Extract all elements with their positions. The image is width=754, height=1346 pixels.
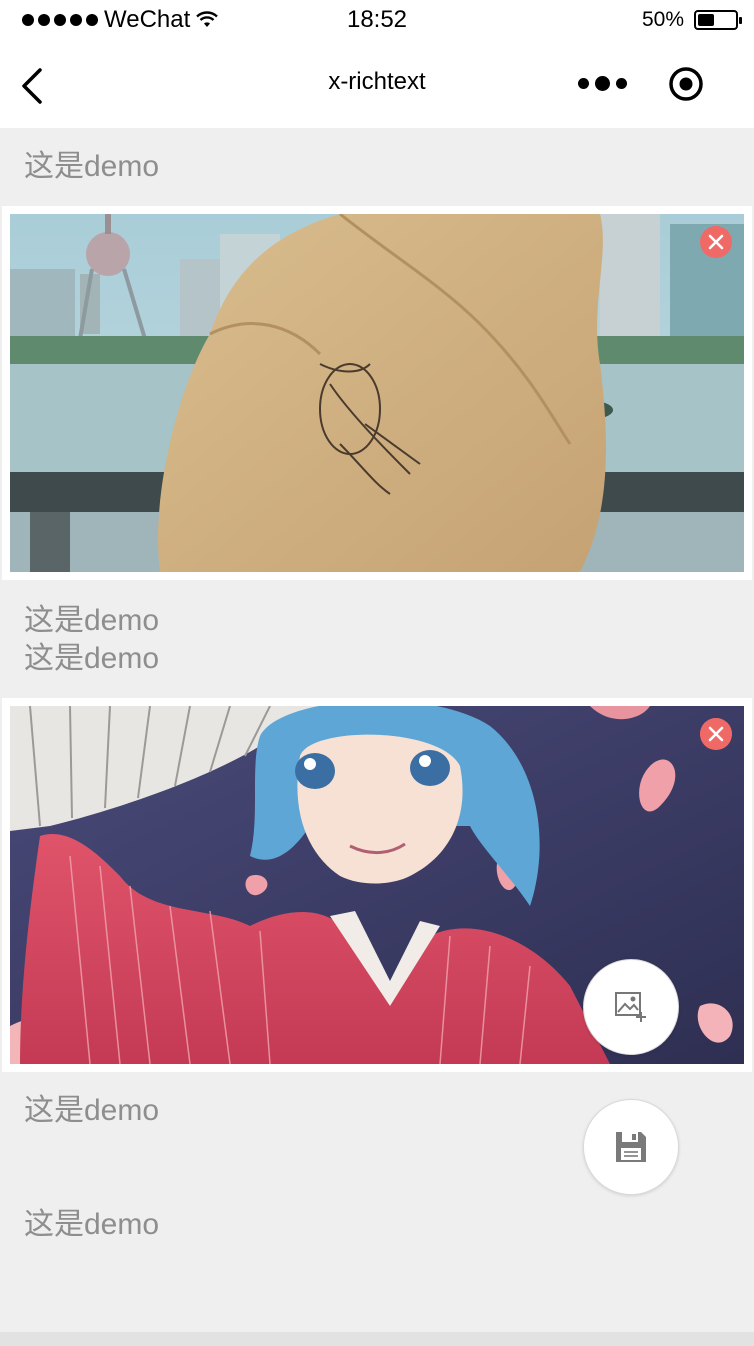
floppy-disk-icon (616, 1132, 646, 1162)
more-options-button[interactable] (578, 76, 627, 91)
text-block[interactable]: 这是demo (24, 1206, 159, 1244)
status-right: 50% (641, 8, 742, 32)
app-screen: WeChat 18:52 50% x-richtext 这是demo 这是dem… (0, 0, 754, 1346)
image-block[interactable]: close (2, 206, 752, 580)
delete-image-button[interactable]: close (700, 226, 732, 258)
image-add-icon (615, 992, 646, 1022)
bottom-edge (0, 1332, 754, 1346)
battery-icon (694, 10, 742, 30)
text-line: 这是demo (24, 1208, 160, 1241)
text-block[interactable]: 这是demo (24, 1092, 159, 1130)
text-line: 这是demo (24, 604, 160, 637)
image-jacket-photo (10, 214, 744, 572)
close-miniprogram-icon[interactable] (668, 66, 704, 102)
text-line: 这是demo (24, 642, 160, 675)
text-line: 这是demo (24, 1094, 160, 1127)
battery-percent: 50% (641, 8, 684, 31)
text-block[interactable]: 这是demo (24, 148, 159, 186)
photo-illustration (10, 214, 744, 572)
status-time: 18:52 (346, 6, 408, 33)
delete-image-button[interactable] (700, 718, 732, 750)
add-image-button[interactable] (583, 959, 679, 1055)
save-button[interactable] (583, 1099, 679, 1195)
status-bar: WeChat 18:52 50% (0, 0, 754, 40)
navigation-bar: x-richtext (0, 40, 754, 128)
page-title: x-richtext (328, 68, 426, 95)
battery-level (698, 14, 714, 26)
text-line: 这是demo (24, 150, 160, 183)
text-block[interactable]: 这是demo 这是demo (24, 602, 159, 678)
